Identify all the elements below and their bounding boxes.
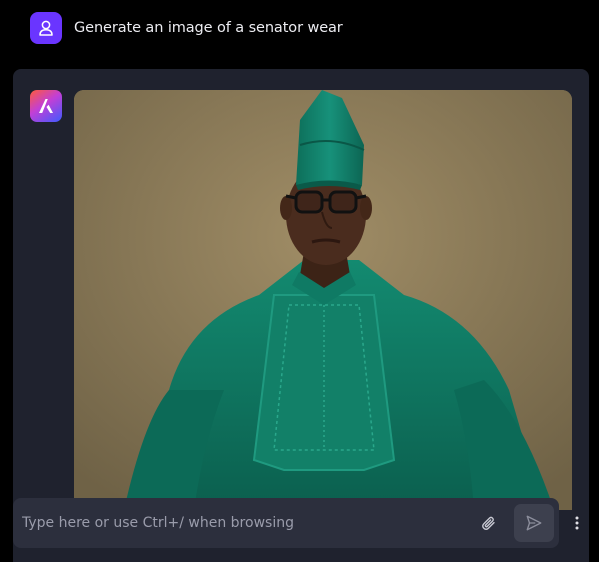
more-options-button[interactable] xyxy=(569,510,585,536)
assistant-message-panel xyxy=(13,69,589,562)
generated-image-graphic xyxy=(74,90,572,510)
user-message: Generate an image of a senator wear xyxy=(30,12,343,44)
send-button[interactable] xyxy=(514,504,554,542)
more-vertical-icon xyxy=(575,516,579,530)
message-input[interactable] xyxy=(13,498,476,548)
assistant-logo-icon xyxy=(39,99,53,113)
message-composer xyxy=(13,498,559,548)
paperclip-icon xyxy=(482,516,495,531)
send-icon xyxy=(526,515,542,531)
assistant-avatar xyxy=(30,90,62,122)
user-icon xyxy=(39,20,53,36)
user-message-text: Generate an image of a senator wear xyxy=(74,20,343,36)
user-avatar xyxy=(30,12,62,44)
attach-button[interactable] xyxy=(476,511,500,535)
generated-image[interactable] xyxy=(74,90,572,510)
